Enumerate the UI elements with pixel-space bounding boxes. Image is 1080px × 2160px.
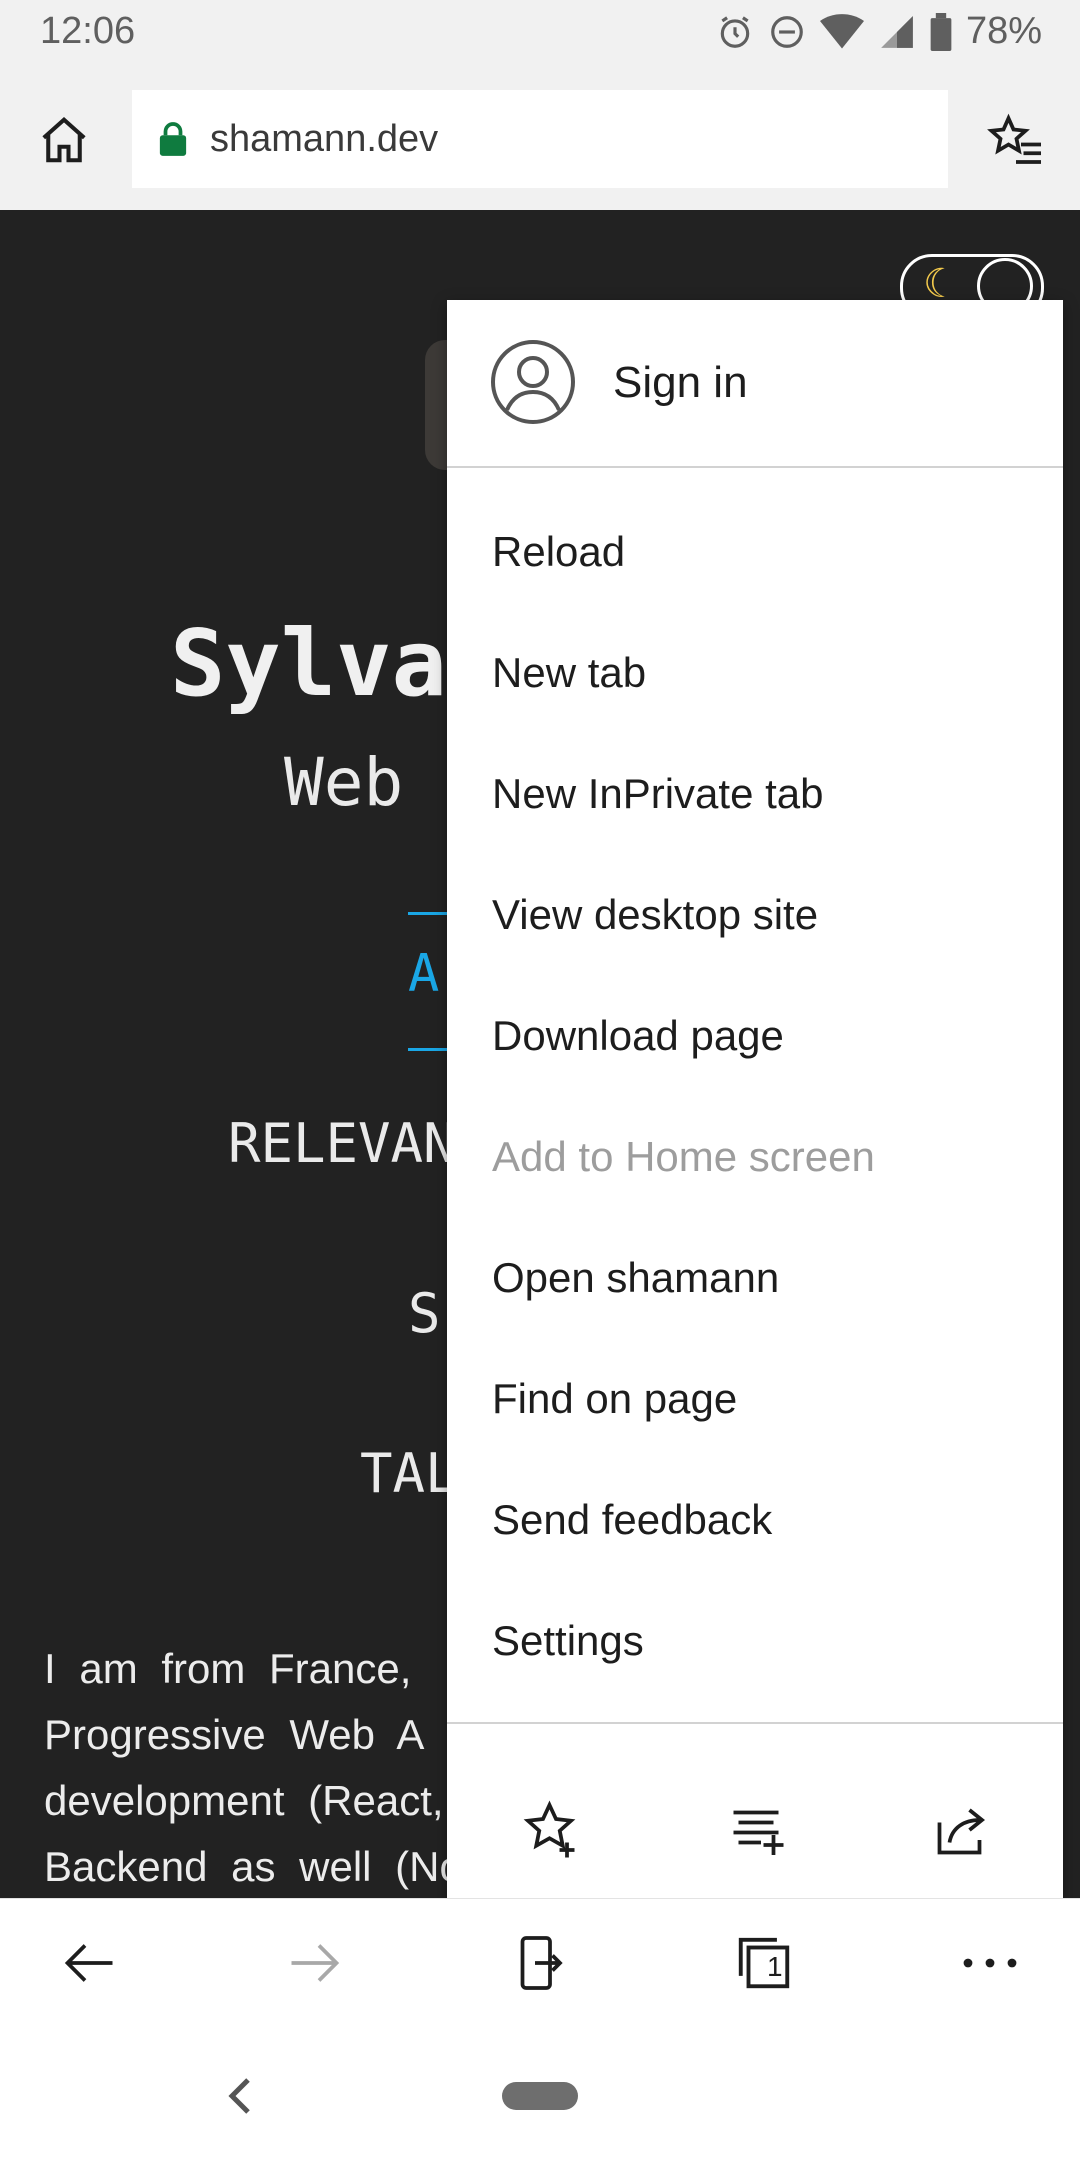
menu-item-view-desktop-site[interactable]: View desktop site xyxy=(492,891,818,939)
nav-s[interactable]: S xyxy=(408,1282,441,1345)
menu-divider xyxy=(447,1722,1063,1724)
home-pill[interactable] xyxy=(502,2082,578,2110)
menu-item-reload[interactable]: Reload xyxy=(492,528,625,576)
address-bar: shamann.dev xyxy=(0,70,1080,210)
forward-arrow-icon xyxy=(291,1944,340,1982)
reading-list-button[interactable] xyxy=(701,1780,811,1880)
home-icon xyxy=(42,117,86,163)
share-button[interactable] xyxy=(907,1780,1017,1880)
system-back-button[interactable] xyxy=(210,2066,270,2126)
back-arrow-icon xyxy=(64,1944,113,1982)
share-icon xyxy=(937,1808,986,1855)
nav-relevant[interactable]: RELEVAN xyxy=(228,1112,456,1175)
home-button[interactable] xyxy=(34,110,94,170)
menu-item-find-on-page[interactable]: Find on page xyxy=(492,1375,737,1423)
account-icon xyxy=(491,340,575,424)
favorites-button[interactable] xyxy=(984,110,1048,174)
battery-percent: 78% xyxy=(965,10,1042,52)
page-subtitle: Web xyxy=(284,744,404,821)
menu-item-open-app[interactable]: Open shamann xyxy=(492,1254,779,1302)
status-icons: 78% xyxy=(716,10,1042,53)
tabs-icon xyxy=(738,1937,790,1989)
star-add-icon xyxy=(523,1800,576,1858)
lock-icon xyxy=(159,122,187,156)
status-time: 12:06 xyxy=(40,10,136,52)
add-favorite-button[interactable] xyxy=(497,1780,607,1880)
chevron-left-icon xyxy=(228,2078,250,2114)
sign-in-label: Sign in xyxy=(613,358,748,407)
tabs-button[interactable]: 1 xyxy=(714,1921,814,2005)
bio-line: Backend as well (No xyxy=(44,1843,463,1890)
bio-line: I am from France, xyxy=(44,1645,412,1692)
browser-toolbar: 1 xyxy=(0,1898,1080,2027)
bio-line: Progressive Web A xyxy=(44,1711,425,1758)
system-nav-bar xyxy=(0,2026,1080,2160)
wifi-icon xyxy=(819,13,864,48)
battery-icon xyxy=(930,12,952,51)
forward-button[interactable] xyxy=(264,1921,364,2005)
page-title: Sylva xyxy=(170,610,447,717)
dnd-icon xyxy=(771,15,803,48)
url-field[interactable]: shamann.dev xyxy=(132,90,948,188)
bio-paragraph: I am from France, Progressive Web A deve… xyxy=(44,1636,463,1898)
overflow-menu: Sign in Reload New tab New InPrivate tab… xyxy=(447,300,1063,1903)
menu-item-send-feedback[interactable]: Send feedback xyxy=(492,1496,772,1544)
back-button[interactable] xyxy=(40,1921,140,2005)
accent-line-top xyxy=(408,912,448,915)
bio-line: development (React, xyxy=(44,1777,444,1824)
signal-icon xyxy=(881,15,913,48)
continue-on-pc-button[interactable] xyxy=(490,1921,590,2005)
menu-item-settings[interactable]: Settings xyxy=(492,1617,644,1665)
more-button[interactable] xyxy=(940,1921,1040,2005)
sign-in-row[interactable]: Sign in xyxy=(447,300,1063,466)
star-list-icon xyxy=(987,113,1041,164)
menu-item-download-page[interactable]: Download page xyxy=(492,1012,784,1060)
accent-line-bottom xyxy=(408,1048,448,1051)
more-dots-icon xyxy=(963,1958,1017,1968)
reading-list-add-icon xyxy=(733,1810,784,1855)
tab-count: 1 xyxy=(767,1951,783,1982)
accent-link[interactable]: A xyxy=(408,944,439,1004)
status-bar: 12:06 78% xyxy=(0,0,1080,70)
menu-item-new-tab[interactable]: New tab xyxy=(492,649,646,697)
alarm-icon xyxy=(720,15,750,48)
menu-divider xyxy=(447,466,1063,468)
menu-item-add-to-home-screen: Add to Home screen xyxy=(492,1133,875,1180)
menu-item-new-inprivate-tab[interactable]: New InPrivate tab xyxy=(492,770,824,818)
url-text: shamann.dev xyxy=(210,117,439,160)
phone-to-pc-icon xyxy=(520,1936,563,1990)
nav-tal[interactable]: TAL xyxy=(360,1442,458,1505)
